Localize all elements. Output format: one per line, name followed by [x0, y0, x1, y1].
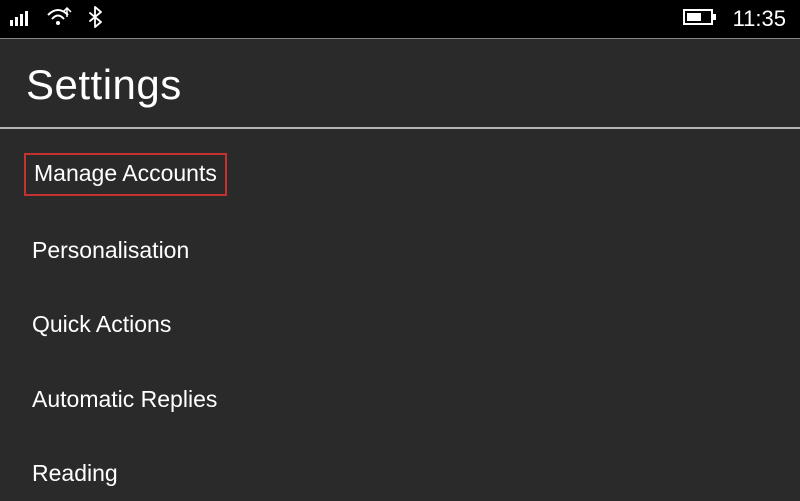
wifi-icon — [46, 7, 74, 32]
page-title: Settings — [26, 61, 774, 109]
signal-icon — [10, 8, 32, 31]
menu-item-manage-accounts[interactable]: Manage Accounts — [24, 153, 227, 196]
menu-item-automatic-replies[interactable]: Automatic Replies — [24, 381, 225, 420]
menu-item-quick-actions[interactable]: Quick Actions — [24, 306, 179, 345]
settings-menu: Manage Accounts Personalisation Quick Ac… — [0, 129, 800, 501]
menu-item-personalisation[interactable]: Personalisation — [24, 232, 197, 271]
status-right: 11:35 — [683, 6, 786, 32]
status-bar: 11:35 — [0, 0, 800, 38]
battery-icon — [683, 8, 717, 31]
bluetooth-icon — [88, 6, 102, 33]
status-left — [10, 6, 102, 33]
menu-item-reading[interactable]: Reading — [24, 455, 126, 494]
status-time: 11:35 — [733, 6, 786, 32]
settings-header: Settings — [0, 39, 800, 127]
